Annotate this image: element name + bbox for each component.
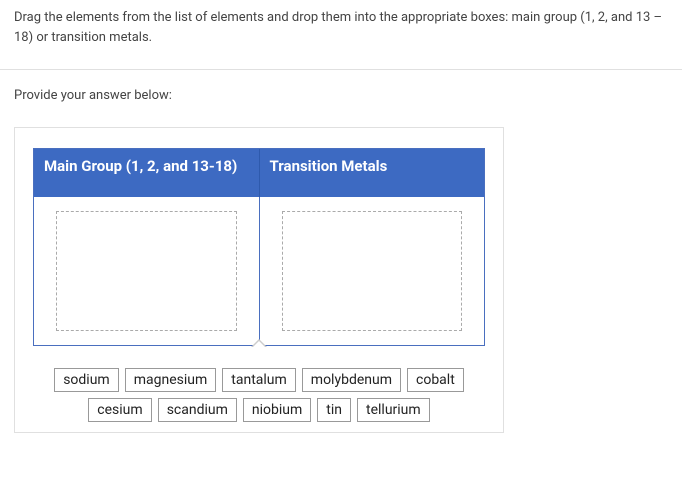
tile-scandium[interactable]: scandium	[158, 398, 237, 422]
header-main-group: Main Group (1, 2, and 13-18)	[34, 149, 260, 197]
answer-prompt: Provide your answer below:	[0, 70, 682, 113]
drop-headers-row: Main Group (1, 2, and 13-18) Transition …	[34, 149, 484, 197]
drop-cell-main-group	[34, 197, 260, 345]
tile-cobalt[interactable]: cobalt	[407, 368, 464, 392]
drop-zone-transition-metals[interactable]	[282, 211, 463, 331]
drop-zone-main-group[interactable]	[56, 211, 237, 331]
tile-cesium[interactable]: cesium	[88, 398, 151, 422]
tile-tellurium[interactable]: tellurium	[357, 398, 430, 422]
tile-niobium[interactable]: niobium	[243, 398, 311, 422]
header-transition-metals: Transition Metals	[260, 149, 485, 197]
tile-tin[interactable]: tin	[317, 398, 351, 422]
answer-panel: Main Group (1, 2, and 13-18) Transition …	[14, 127, 504, 433]
element-tiles-area: sodium magnesium tantalum molybdenum cob…	[33, 368, 485, 422]
tile-sodium[interactable]: sodium	[54, 368, 119, 392]
tile-magnesium[interactable]: magnesium	[125, 368, 217, 392]
pointer-arrow-inner-icon	[252, 341, 266, 348]
question-instructions: Drag the elements from the list of eleme…	[0, 0, 682, 51]
drop-table: Main Group (1, 2, and 13-18) Transition …	[33, 148, 485, 346]
tile-molybdenum[interactable]: molybdenum	[302, 368, 401, 392]
drop-cell-transition-metals	[260, 197, 485, 345]
tile-tantalum[interactable]: tantalum	[222, 368, 296, 392]
drop-cells-row	[34, 197, 484, 345]
drop-table-wrapper: Main Group (1, 2, and 13-18) Transition …	[33, 148, 485, 346]
